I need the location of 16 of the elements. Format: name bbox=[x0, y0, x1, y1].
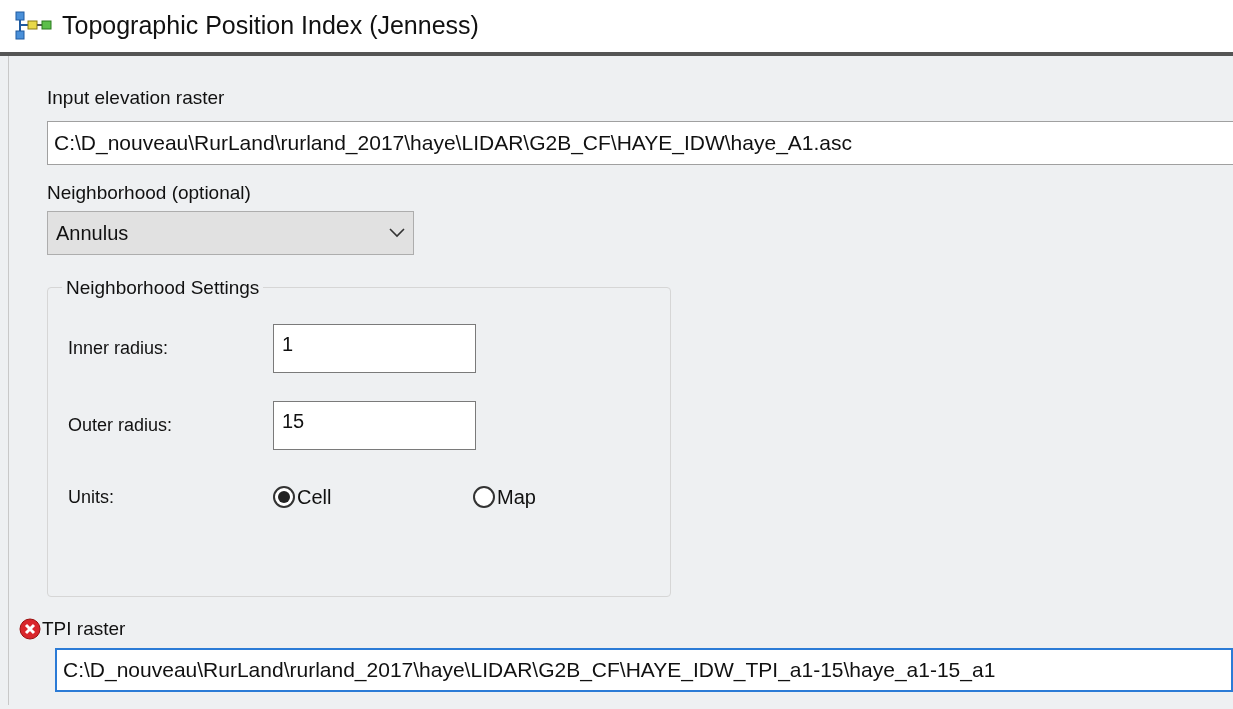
input-field[interactable]: C:\D_nouveau\RurLand\rurland_2017\haye\LIDAR\G2B_CF\HAYE_IDW_TPI_a1-15\haye_a1-15_a1 bbox=[55, 647, 1233, 692]
chevron-down-icon bbox=[389, 228, 405, 238]
model-icon bbox=[14, 11, 54, 41]
radio-button[interactable]: Cell bbox=[273, 482, 473, 512]
dropdown[interactable]: Annulus bbox=[47, 211, 414, 255]
field-label: TPI raster bbox=[42, 617, 126, 641]
field-label: Outer radius: bbox=[68, 414, 174, 437]
field-label: Units: bbox=[68, 485, 115, 509]
field-label: Input elevation raster bbox=[47, 86, 226, 110]
window-title: Topographic Position Index (Jenness) bbox=[62, 10, 479, 42]
field-label: Inner radius: bbox=[68, 337, 170, 360]
input-field[interactable]: C:\D_nouveau\RurLand\rurland_2017\haye\LIDAR\G2B_CF\HAYE_IDW\haye_A1.asc bbox=[47, 120, 1233, 165]
input-field[interactable]: 15 bbox=[273, 401, 476, 450]
radio-button[interactable]: Map bbox=[473, 482, 536, 512]
input-field[interactable]: 1 bbox=[273, 324, 476, 373]
field-label: Neighborhood (optional) bbox=[47, 180, 252, 205]
